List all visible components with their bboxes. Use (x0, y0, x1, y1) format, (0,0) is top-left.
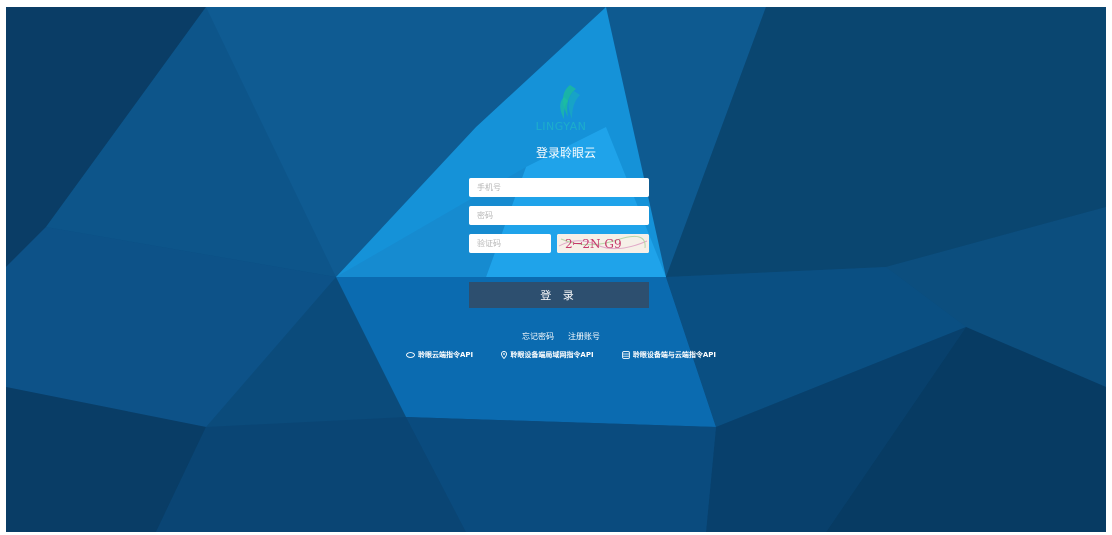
device-cloud-api-link[interactable]: 聆眼设备端与云端指令API (621, 350, 716, 360)
lingyan-logo-icon (560, 85, 580, 119)
captcha-input[interactable] (469, 234, 551, 253)
api-links: 聆眼云端指令API 聆眼设备端局域网指令API 聆眼设备端与云端指令API (406, 350, 716, 360)
captcha-image[interactable]: 2ꟷ2N G9 (557, 234, 649, 253)
lan-api-link[interactable]: 聆眼设备端局域网指令API (501, 350, 594, 360)
cloud-api-label: 聆眼云端指令API (418, 351, 474, 359)
brand-wordmark: LINGYAN (535, 120, 587, 133)
login-button[interactable]: 登 录 (469, 282, 649, 308)
captcha-graphic: 2ꟷ2N G9 (557, 234, 649, 253)
forgot-password-link[interactable]: 忘记密码 (522, 331, 554, 342)
register-link[interactable]: 注册账号 (568, 331, 600, 342)
account-links: 忘记密码 注册账号 (506, 331, 616, 342)
password-input[interactable] (469, 206, 649, 225)
cloud-icon (406, 352, 415, 358)
device-cloud-api-label: 聆眼设备端与云端指令API (632, 351, 716, 359)
login-page: LINGYAN 登录聆眼云 2ꟷ2N G9 登 录 忘记密码 注册账号 聆眼云端… (6, 7, 1106, 532)
database-icon (621, 351, 630, 359)
captcha-text: 2ꟷ2N G9 (565, 237, 622, 251)
login-title: 登录聆眼云 (535, 146, 596, 160)
location-pin-icon (501, 351, 508, 359)
phone-input[interactable] (469, 178, 649, 197)
cloud-api-link[interactable]: 聆眼云端指令API (406, 350, 473, 360)
lan-api-label: 聆眼设备端局域网指令API (510, 351, 594, 359)
